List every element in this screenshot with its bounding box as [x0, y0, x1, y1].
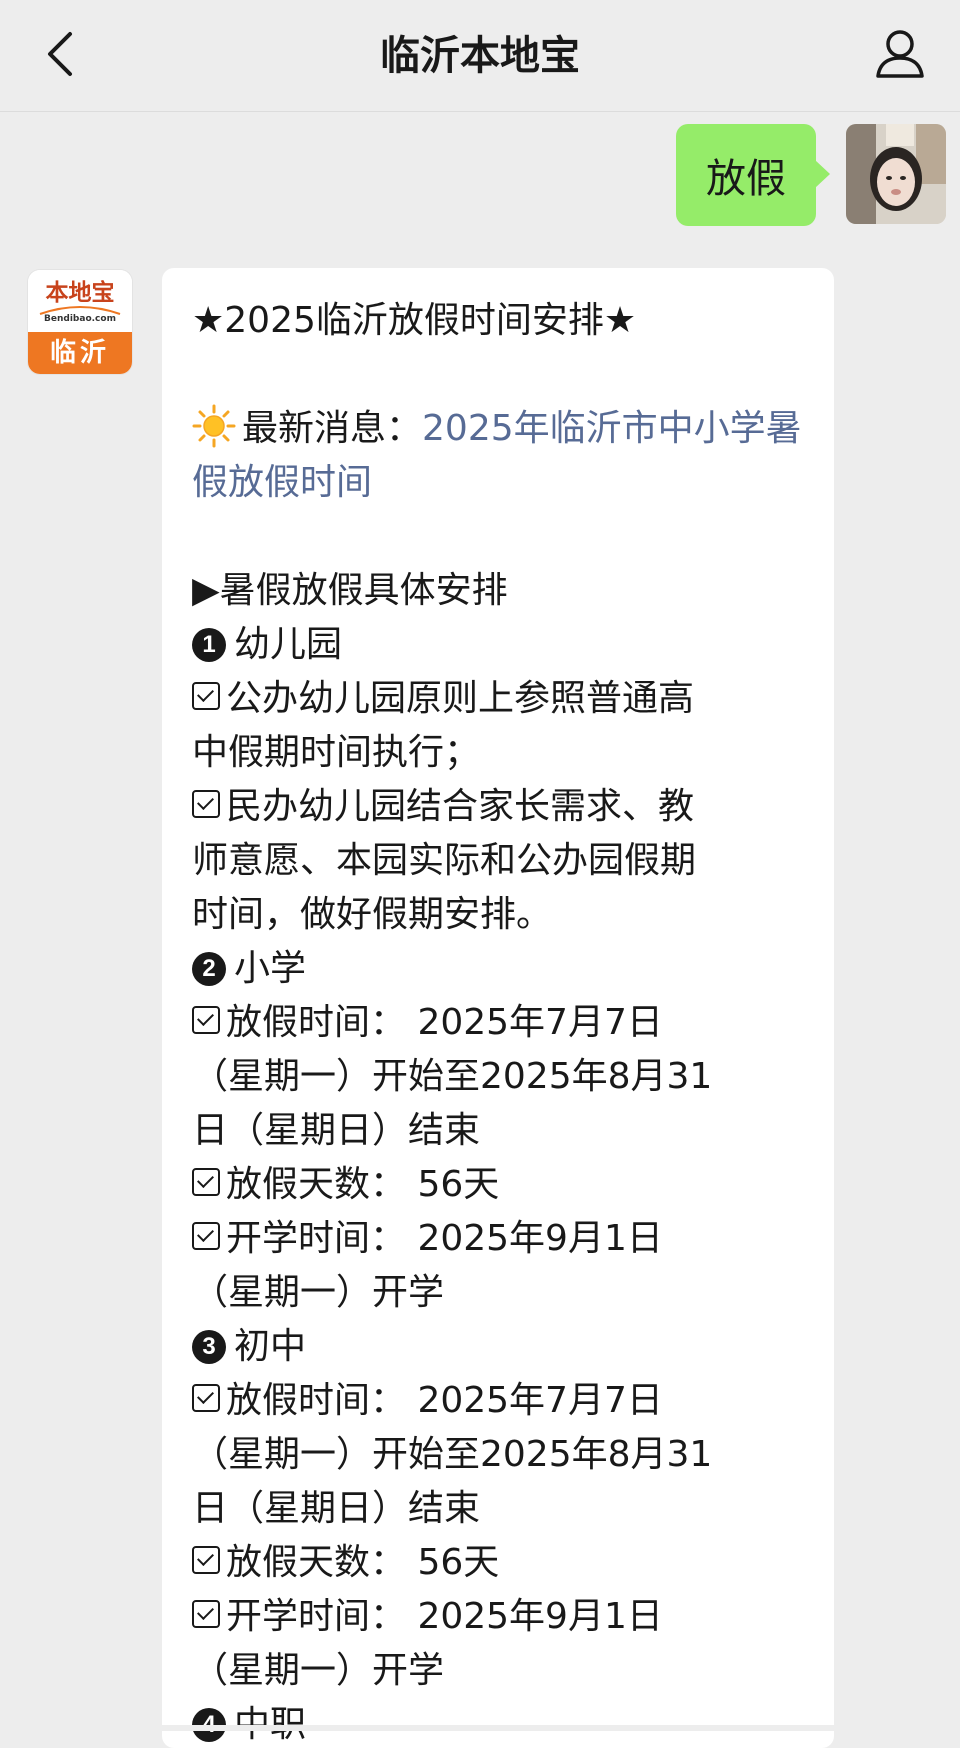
junior-holiday-time-cont: 日（星期日）结束 — [192, 1488, 481, 1529]
number-badge-icon: 2 — [192, 952, 226, 986]
kindergarten-item-2-text: 民办幼儿园结合家长需求、教 — [226, 786, 695, 827]
junior-heading: 3 初中 — [192, 1320, 806, 1374]
kindergarten-title: 幼儿园 — [234, 624, 343, 665]
chat-title: 临沂本地宝 — [380, 33, 580, 79]
primary-time-text: 放假时间： 2025年7月7日 — [226, 1002, 663, 1043]
user-icon — [876, 30, 924, 78]
number-badge-icon: 3 — [192, 1330, 226, 1364]
primary-holiday-time-cont: （星期一）开始至2025年8月31 — [192, 1056, 713, 1097]
logo-city-text: 临沂 — [49, 338, 110, 368]
kindergarten-item-2: 民办幼儿园结合家长需求、教 — [192, 780, 806, 834]
checkbox-icon — [192, 1168, 220, 1196]
chevron-left-icon — [48, 32, 72, 76]
primary-start-text: 开学时间： 2025年9月1日 — [226, 1218, 663, 1259]
latest-label: 最新消息： — [242, 408, 423, 449]
outgoing-bubble[interactable]: 放假 — [676, 124, 830, 226]
primary-holiday-time-cont: 日（星期日）结束 — [192, 1110, 481, 1151]
outgoing-message: 放假 — [676, 124, 946, 226]
junior-holiday-time: 放假时间： 2025年7月7日 — [192, 1374, 806, 1428]
primary-heading: 2 小学 — [192, 942, 806, 996]
sun-icon — [192, 404, 236, 448]
primary-title: 小学 — [234, 948, 307, 989]
user-avatar[interactable] — [846, 124, 946, 224]
primary-holiday-time: 放假时间： 2025年7月7日 — [192, 996, 806, 1050]
profile-button[interactable] — [868, 22, 932, 86]
primary-start-time-cont: （星期一）开学 — [192, 1272, 445, 1313]
junior-start-time-cont: （星期一）开学 — [192, 1650, 445, 1691]
checkbox-icon — [192, 1384, 220, 1412]
user-avatar-photo — [846, 124, 946, 224]
primary-start-time: 开学时间： 2025年9月1日 — [192, 1212, 806, 1266]
vocational-heading: 4中职 — [192, 1698, 806, 1748]
checkbox-icon — [192, 1222, 220, 1250]
back-button[interactable] — [28, 22, 92, 86]
kindergarten-item-1-cont: 中假期时间执行； — [192, 732, 481, 773]
primary-days-text: 放假天数： 56天 — [226, 1164, 500, 1205]
logo-top-text: 本地宝 — [45, 280, 115, 306]
junior-holiday-days: 放假天数： 56天 — [192, 1536, 806, 1590]
junior-start-time: 开学时间： 2025年9月1日 — [192, 1590, 806, 1644]
kindergarten-item-2-cont: 时间，做好假期安排。 — [192, 894, 553, 935]
junior-title: 初中 — [234, 1326, 307, 1367]
checkbox-icon — [192, 790, 220, 818]
nav-bar: 临沂本地宝 — [0, 0, 960, 112]
number-badge-icon: 1 — [192, 628, 226, 662]
junior-holiday-time-cont: （星期一）开始至2025年8月31 — [192, 1434, 713, 1475]
kindergarten-item-1: 公办幼儿园原则上参照普通高 — [192, 672, 806, 726]
checkbox-icon — [192, 1006, 220, 1034]
junior-time-text: 放假时间： 2025年7月7日 — [226, 1380, 663, 1421]
message-heading: ★2025临沂放假时间安排★ — [192, 300, 637, 341]
latest-news-line: 最新消息：2025年临沂市中小学暑假放假时间 — [192, 402, 806, 510]
bottom-edge — [0, 1725, 960, 1731]
logo-url-text: Bendibao.com — [44, 314, 116, 324]
incoming-bubble[interactable]: ★2025临沂放假时间安排★ 最新消息：2025年临沂市中小学暑假放假时间 ▶暑… — [162, 268, 834, 1748]
kindergarten-heading: 1 幼儿园 — [192, 618, 806, 672]
outgoing-text: 放假 — [706, 156, 786, 202]
primary-holiday-days: 放假天数： 56天 — [192, 1158, 806, 1212]
junior-start-text: 开学时间： 2025年9月1日 — [226, 1596, 663, 1637]
kindergarten-item-1-text: 公办幼儿园原则上参照普通高 — [226, 678, 695, 719]
checkbox-icon — [192, 682, 220, 710]
kindergarten-item-2-cont: 师意愿、本园实际和公办园假期 — [192, 840, 697, 881]
checkbox-icon — [192, 1546, 220, 1574]
account-avatar[interactable]: 本地宝 Bendibao.com 临沂 — [28, 270, 132, 374]
section-title: ▶暑假放假具体安排 — [192, 570, 508, 611]
checkbox-icon — [192, 1600, 220, 1628]
junior-days-text: 放假天数： 56天 — [226, 1542, 500, 1583]
